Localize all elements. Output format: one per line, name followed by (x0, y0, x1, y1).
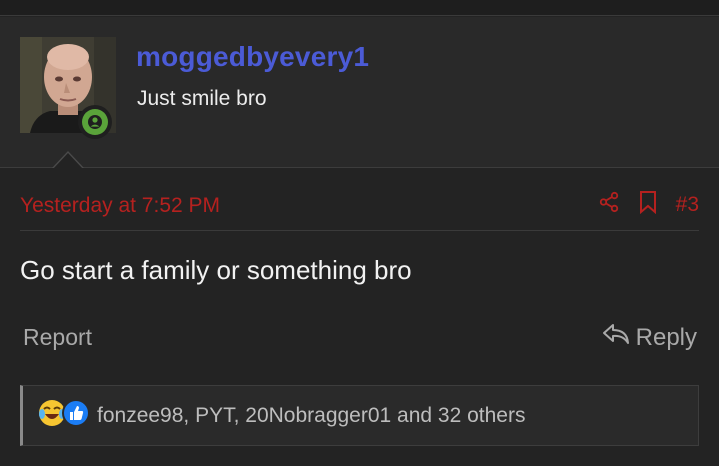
top-bar (0, 0, 719, 16)
post-divider (20, 230, 699, 231)
post-body: Go start a family or something bro (20, 255, 412, 285)
reaction-icons (37, 398, 91, 433)
post-date[interactable]: Yesterday at 7:52 PM (20, 194, 220, 218)
reply-icon (602, 322, 630, 353)
online-badge (78, 105, 112, 139)
post-number[interactable]: #3 (676, 193, 699, 217)
reply-button[interactable]: Reply (602, 322, 697, 353)
reactions-text[interactable]: fonzee98, PYT, 20Nobragger01 and 32 othe… (97, 404, 525, 428)
report-link[interactable]: Report (23, 324, 92, 351)
author-pointer-arrow (52, 151, 84, 169)
reply-label: Reply (635, 323, 697, 351)
bookmark-icon[interactable] (638, 190, 658, 219)
avatar-wrap (20, 37, 116, 139)
like-icon (61, 398, 91, 433)
reactions-bar[interactable]: fonzee98, PYT, 20Nobragger01 and 32 othe… (20, 385, 699, 446)
share-icon[interactable] (598, 191, 620, 218)
user-title: Just smile bro (137, 87, 267, 110)
user-online-icon (82, 109, 108, 135)
post-actions: #3 (598, 190, 699, 219)
author-block: moggedbyevery1 Just smile bro (0, 17, 719, 168)
username[interactable]: moggedbyevery1 (136, 41, 369, 73)
